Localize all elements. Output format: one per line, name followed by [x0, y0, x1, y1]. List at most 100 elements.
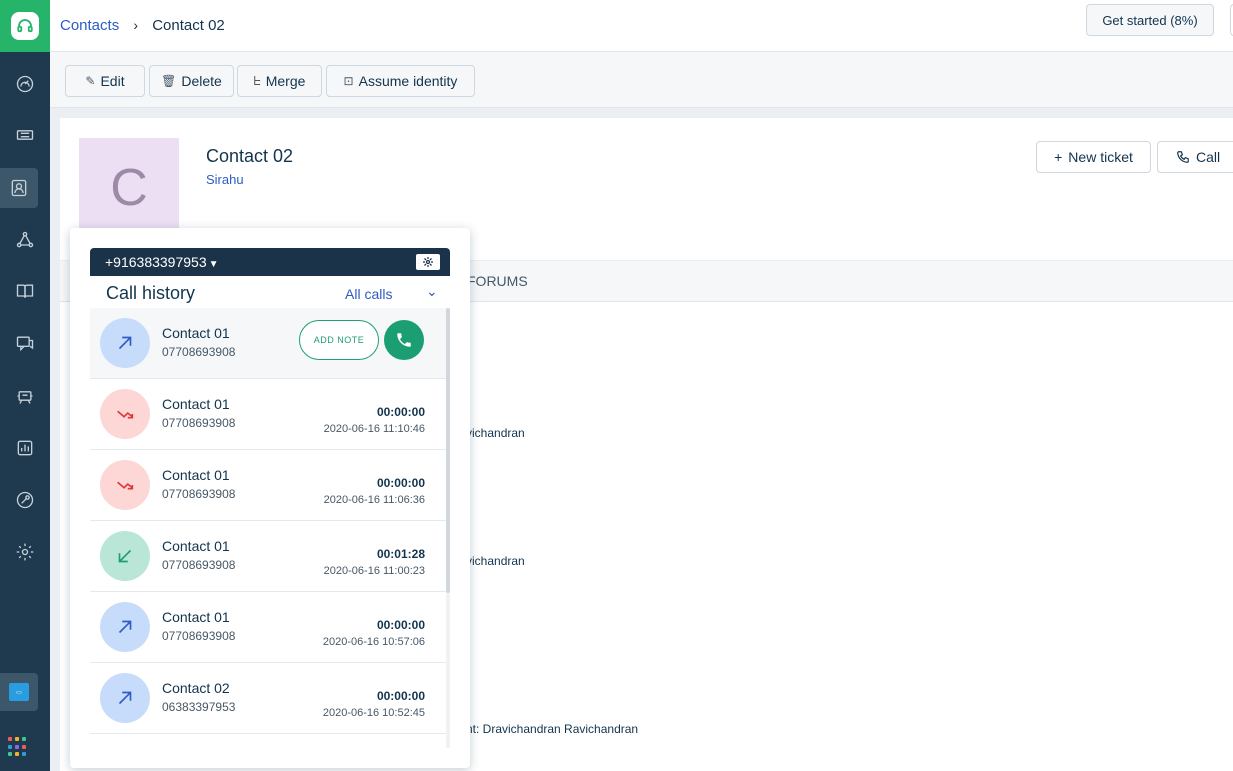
- call-contact-name: Contact 01: [162, 396, 230, 412]
- call-contact-number: 07708693908: [162, 629, 236, 643]
- book-icon: [16, 284, 34, 298]
- new-ticket-button[interactable]: + New ticket: [1036, 141, 1151, 173]
- merge-icon: ᖶ: [253, 73, 261, 88]
- call-history-title: Call history: [106, 283, 196, 303]
- outgoing-call-icon: [100, 602, 150, 652]
- nav-reports[interactable]: [0, 428, 50, 468]
- call-duration: 00:01:28: [376, 547, 425, 561]
- call-contact-number: 07708693908: [162, 487, 236, 501]
- missed-call-icon: [100, 460, 150, 510]
- delete-button[interactable]: 🗑 Delete: [149, 65, 234, 97]
- outgoing-call-icon: [100, 673, 150, 723]
- call-duration: 00:00:00: [376, 476, 425, 490]
- app-logo[interactable]: [0, 0, 50, 52]
- phone-app-button[interactable]: ▭: [0, 673, 38, 711]
- merge-button[interactable]: ᖶ Merge: [237, 65, 322, 97]
- incoming-call-icon: [100, 531, 150, 581]
- identity-icon: ⊡: [343, 74, 354, 88]
- call-timestamp: 2020-06-16 11:00:23: [323, 565, 425, 577]
- softphone-panel: +916383397953 ▼ Call history All calls ⌄ …: [70, 228, 470, 768]
- tab-forums[interactable]: FORUMS: [467, 273, 528, 289]
- call-history-row[interactable]: Contact 01 07708693908 00:00:00 2020-06-…: [90, 450, 447, 521]
- avatar: C: [79, 138, 179, 238]
- chevron-down-icon[interactable]: ⌄: [426, 283, 438, 300]
- dashboard-icon: [16, 75, 34, 93]
- call-contact-name: Contact 01: [162, 538, 230, 554]
- call-contact-name: Contact 01: [162, 325, 230, 341]
- assume-identity-label: Assume identity: [358, 73, 458, 89]
- call-contact-number: 07708693908: [162, 345, 236, 359]
- top-bar: Contacts › Contact 02 Get started (8%): [50, 0, 1233, 52]
- chevron-down-icon: ▼: [208, 259, 219, 270]
- call-history-row[interactable]: Contact 01 07708693908 00:01:28 2020-06-…: [90, 521, 447, 592]
- redial-button[interactable]: [384, 320, 424, 360]
- caller-number-select[interactable]: +916383397953 ▼: [105, 254, 219, 270]
- settings-icon: [16, 543, 34, 561]
- call-history-row[interactable]: Contact 02 06383397953 00:00:00 2020-06-…: [90, 663, 447, 734]
- breadcrumb: Contacts › Contact 02: [60, 17, 225, 34]
- nav-dashboard[interactable]: [0, 64, 50, 104]
- call-timestamp: 2020-06-16 10:52:45: [322, 707, 425, 719]
- nav-settings[interactable]: [0, 532, 50, 572]
- activity-text: vichandran: [466, 554, 525, 568]
- softphone-settings-button[interactable]: [416, 254, 440, 270]
- contact-company-link[interactable]: Sirahu: [206, 172, 244, 187]
- get-started-button[interactable]: Get started (8%): [1086, 4, 1214, 36]
- phone-app-icon: ▭: [9, 683, 29, 701]
- call-contact-name: Contact 01: [162, 467, 230, 483]
- call-list-scroll-thumb[interactable]: [446, 308, 450, 593]
- apps-icon[interactable]: [8, 737, 28, 757]
- nav-forums[interactable]: [0, 323, 50, 363]
- bot-icon: [17, 391, 33, 404]
- call-label: Call: [1196, 149, 1221, 165]
- new-ticket-label: New ticket: [1068, 149, 1133, 165]
- call-contact-name: Contact 01: [162, 609, 230, 625]
- call-duration: 00:00:00: [376, 618, 425, 632]
- edit-label: Edit: [100, 73, 125, 89]
- call-duration: 00:00:00: [376, 689, 425, 703]
- toolbar: ✎ Edit 🗑 Delete ᖶ Merge ⊡ Assume identity: [50, 52, 1233, 108]
- call-filter-select[interactable]: All calls: [345, 286, 392, 302]
- edit-button[interactable]: ✎ Edit: [65, 65, 145, 97]
- phone-icon: [1177, 151, 1189, 163]
- merge-label: Merge: [265, 73, 306, 89]
- call-contact-number: 07708693908: [162, 558, 236, 572]
- call-history-row[interactable]: Contact 01 07708693908 00:00:00 2020-06-…: [90, 592, 447, 663]
- call-history-list: Contact 01 07708693908 ADD NOTE Contact …: [90, 308, 447, 748]
- nav-solutions[interactable]: [0, 271, 50, 311]
- contacts-icon: [11, 179, 27, 197]
- breadcrumb-contacts-link[interactable]: Contacts: [60, 17, 119, 34]
- nav-tickets[interactable]: [0, 115, 50, 155]
- nav-bots[interactable]: [0, 376, 50, 416]
- call-duration: 00:00:00: [376, 405, 425, 419]
- call-timestamp: 2020-06-16 10:57:06: [322, 636, 425, 648]
- call-timestamp: 2020-06-16 11:10:46: [323, 423, 425, 435]
- admin-icon: [16, 491, 34, 509]
- reports-icon: [17, 440, 33, 456]
- trash-icon: 🗑: [161, 74, 177, 88]
- network-icon: [16, 231, 34, 248]
- assume-identity-button[interactable]: ⊡ Assume identity: [326, 65, 475, 97]
- outgoing-call-icon: [100, 318, 150, 368]
- call-contact-number: 07708693908: [162, 416, 236, 430]
- breadcrumb-current: Contact 02: [152, 17, 225, 34]
- call-history-row[interactable]: Contact 01 07708693908 ADD NOTE: [90, 308, 447, 379]
- missed-call-icon: [100, 389, 150, 439]
- gear-icon: [423, 257, 433, 267]
- chat-icon: [16, 336, 34, 352]
- call-contact-number: 06383397953: [162, 700, 236, 714]
- nav-admin[interactable]: [0, 480, 50, 520]
- ticket-icon: [16, 130, 34, 140]
- nav-contacts[interactable]: [0, 168, 38, 208]
- call-contact-name: Contact 02: [162, 680, 230, 696]
- add-note-button[interactable]: ADD NOTE: [299, 320, 379, 360]
- edit-icon: ✎: [85, 74, 96, 88]
- softphone-header: +916383397953 ▼: [90, 248, 450, 276]
- activity-text: vichandran: [466, 426, 525, 440]
- nav-network[interactable]: [0, 220, 50, 260]
- contact-name: Contact 02: [206, 146, 294, 166]
- delete-label: Delete: [181, 73, 222, 89]
- breadcrumb-separator: ›: [133, 17, 139, 33]
- call-button[interactable]: Call: [1157, 141, 1233, 173]
- call-history-row[interactable]: Contact 01 07708693908 00:00:00 2020-06-…: [90, 379, 447, 450]
